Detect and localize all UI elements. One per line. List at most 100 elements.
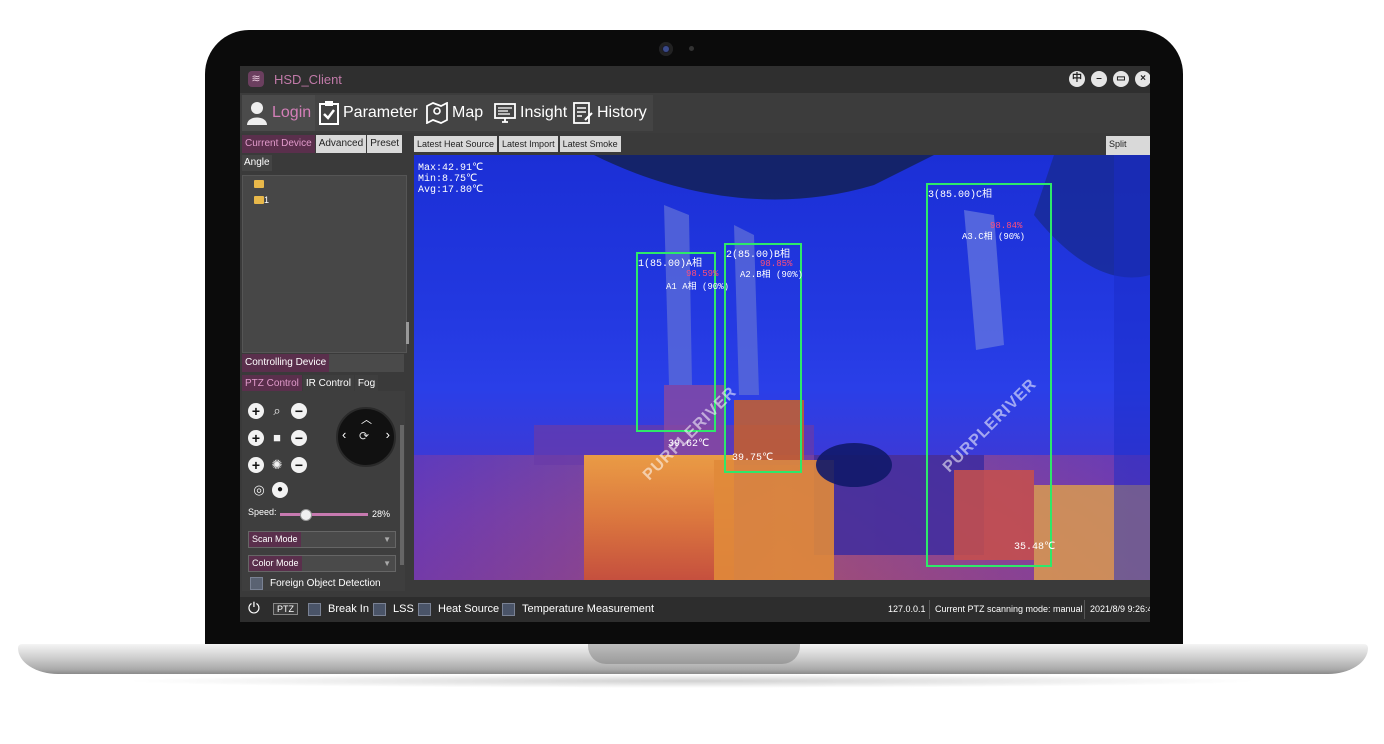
tab-angle[interactable]: Angle bbox=[242, 155, 272, 171]
video-tabs: Latest Heat Source Latest Import Latest … bbox=[414, 136, 621, 152]
ptz-control-panel: + ⌕ − + ■ − + ✺ − ◎ ● ︿ ‹ › ⟳ Speed: 28% bbox=[242, 391, 405, 591]
focus-out-button[interactable]: − bbox=[291, 430, 307, 446]
lss-label: LSS bbox=[393, 603, 414, 615]
ip-address: 127.0.0.1 bbox=[888, 604, 926, 614]
detection-temp-3: 35.48℃ bbox=[1014, 542, 1056, 553]
app-title: HSD_Client bbox=[274, 72, 342, 87]
nav-map-label: Map bbox=[452, 104, 484, 121]
tab-latest-smoke[interactable]: Latest Smoke bbox=[559, 136, 621, 152]
hud-max: Max:42.91℃ bbox=[418, 163, 484, 174]
arrow-up-icon[interactable]: ︿ bbox=[361, 411, 372, 427]
auto-focus-icon[interactable]: ◎ bbox=[251, 482, 267, 498]
webcam-icon bbox=[659, 42, 673, 56]
nav-login[interactable]: Login bbox=[242, 95, 319, 131]
status-separator bbox=[929, 600, 930, 619]
monitor-icon bbox=[494, 103, 516, 123]
iris-close-button[interactable]: − bbox=[291, 457, 307, 473]
map-icon bbox=[426, 102, 448, 124]
nav-history-label: History bbox=[597, 104, 647, 121]
speed-value: 28% bbox=[372, 509, 391, 519]
nav-insight[interactable]: Insight bbox=[490, 95, 573, 131]
chevron-down-icon: ▼ bbox=[383, 535, 391, 544]
title-bar: ≋ HSD_Client 中 – ▭ × bbox=[240, 66, 1150, 93]
heat-source-checkbox[interactable] bbox=[418, 603, 431, 616]
detection-sub-1: A1 A相 (90%) bbox=[666, 282, 730, 292]
left-panel: Current Device Advanced Preset Angle 1 C… bbox=[240, 133, 409, 595]
detection-temp-2: 39.75℃ bbox=[732, 453, 774, 464]
user-icon bbox=[247, 102, 267, 125]
scan-mode-label: Scan Mode bbox=[249, 532, 301, 547]
webcam-led bbox=[689, 46, 694, 51]
hud-avg: Avg:17.80℃ bbox=[418, 185, 484, 196]
app-window: ≋ HSD_Client 中 – ▭ × Login Parameter Map… bbox=[240, 66, 1150, 622]
speed-slider[interactable] bbox=[280, 509, 368, 521]
zoom-out-button[interactable]: − bbox=[291, 403, 307, 419]
laptop-notch bbox=[588, 644, 800, 664]
scan-mode-status: Current PTZ scanning mode: manual bbox=[935, 604, 1083, 614]
nav-map[interactable]: Map bbox=[422, 95, 494, 131]
clipboard-check-icon bbox=[319, 101, 339, 125]
chevron-down-icon: ▼ bbox=[383, 559, 391, 568]
arrow-right-icon[interactable]: › bbox=[386, 427, 390, 442]
tab-latest-import[interactable]: Latest Import bbox=[499, 136, 558, 152]
arrow-left-icon[interactable]: ‹ bbox=[342, 427, 346, 442]
nav-parameter[interactable]: Parameter bbox=[315, 95, 426, 131]
focus-in-button[interactable]: + bbox=[248, 430, 264, 446]
nav-insight-label: Insight bbox=[520, 104, 568, 121]
tab-latest-heat-source[interactable]: Latest Heat Source bbox=[414, 136, 498, 152]
iris-open-button[interactable]: + bbox=[248, 457, 264, 473]
temperature-checkbox[interactable] bbox=[502, 603, 515, 616]
color-mode-select[interactable]: Color Mode ▼ bbox=[248, 555, 396, 572]
detection-label-1: 1(85.00)A相 bbox=[638, 259, 703, 270]
nav-login-label: Login bbox=[272, 104, 312, 121]
maximize-button[interactable]: ▭ bbox=[1113, 71, 1129, 87]
thermal-video-feed[interactable]: Max:42.91℃ Min:8.75℃ Avg:17.80℃ 1(85.00)A相… bbox=[414, 155, 1150, 580]
detection-label-3: 3(85.00)C相 bbox=[928, 190, 993, 201]
language-button[interactable]: 中 bbox=[1069, 71, 1085, 87]
status-bar: ⏻ PTZ Break In LSS Heat Source Temperatu… bbox=[240, 597, 1150, 622]
detection-sub-3: A3.C相 (90%) bbox=[962, 232, 1026, 242]
speed-slider-thumb[interactable] bbox=[299, 509, 312, 521]
break-in-label: Break In bbox=[328, 603, 369, 615]
power-icon[interactable]: ⏻ bbox=[248, 600, 260, 617]
tab-preset[interactable]: Preset bbox=[367, 135, 403, 153]
refresh-icon[interactable]: ⟳ bbox=[359, 429, 369, 443]
speed-label: Speed: bbox=[248, 507, 277, 517]
panel-scrollbar[interactable] bbox=[400, 425, 404, 565]
detection-sub-2: A2.B相 (90%) bbox=[740, 270, 804, 280]
tree-scrollbar[interactable] bbox=[406, 322, 409, 344]
minimize-button[interactable]: – bbox=[1091, 71, 1107, 87]
color-mode-label: Color Mode bbox=[249, 556, 302, 571]
zoom-icon: ⌕ bbox=[273, 403, 281, 418]
tab-current-device[interactable]: Current Device bbox=[242, 135, 315, 153]
folder-icon[interactable] bbox=[254, 196, 264, 204]
reset-button[interactable]: ● bbox=[272, 482, 288, 498]
foreign-object-checkbox[interactable] bbox=[250, 577, 263, 590]
history-doc-icon bbox=[573, 102, 593, 124]
temperature-hud: Max:42.91℃ Min:8.75℃ Avg:17.80℃ bbox=[418, 163, 483, 196]
device-tree: 1 bbox=[242, 175, 407, 353]
close-button[interactable]: × bbox=[1135, 71, 1150, 87]
break-in-checkbox[interactable] bbox=[308, 603, 321, 616]
detection-pct-1: 98.59% bbox=[686, 269, 719, 279]
nav-history[interactable]: History bbox=[569, 95, 653, 131]
hud-min: Min:8.75℃ bbox=[418, 174, 478, 185]
camera-icon: ■ bbox=[273, 430, 281, 445]
ptz-joystick[interactable]: ︿ ‹ › ⟳ bbox=[336, 407, 396, 467]
foreign-object-label: Foreign Object Detection bbox=[270, 578, 381, 589]
temperature-label: Temperature Measurement bbox=[522, 603, 655, 615]
folder-icon[interactable] bbox=[254, 180, 264, 188]
tree-node-label[interactable]: 1 bbox=[264, 195, 269, 205]
status-separator bbox=[1084, 600, 1085, 619]
scan-mode-select[interactable]: Scan Mode ▼ bbox=[248, 531, 396, 548]
main-nav: Login Parameter Map Insight History bbox=[240, 93, 1150, 133]
app-logo-icon: ≋ bbox=[248, 71, 264, 87]
tab-advanced[interactable]: Advanced bbox=[315, 135, 367, 153]
zoom-in-button[interactable]: + bbox=[248, 403, 264, 419]
lss-checkbox[interactable] bbox=[373, 603, 386, 616]
heat-source-label: Heat Source bbox=[438, 603, 500, 615]
iris-icon: ✺ bbox=[271, 457, 283, 472]
controlling-device-label: Controlling Device bbox=[242, 354, 330, 372]
ptz-toggle[interactable]: PTZ bbox=[273, 603, 298, 615]
controlling-device-header: Controlling Device bbox=[242, 354, 404, 372]
